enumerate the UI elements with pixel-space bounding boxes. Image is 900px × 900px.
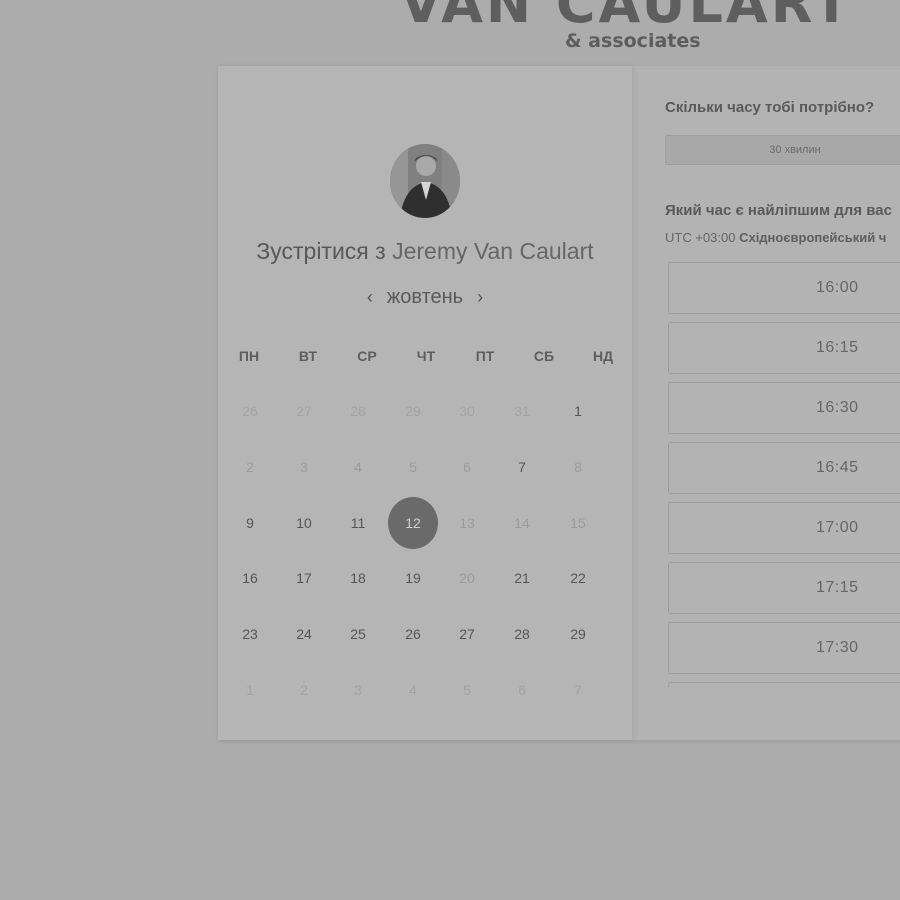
calendar-day[interactable]: 27 xyxy=(443,610,491,658)
calendar-day: 4 xyxy=(409,682,417,698)
calendar-day: 15 xyxy=(570,514,586,531)
weekday-label: ВТ xyxy=(298,348,318,364)
calendar-day: 2 xyxy=(246,458,254,475)
time-slot-button[interactable]: 16:45 xyxy=(668,442,900,494)
calendar-day[interactable]: 24 xyxy=(280,610,328,658)
calendar-day[interactable]: 9 xyxy=(226,499,274,547)
booking-card: Зустрітися з Jeremy Van Caulart ‹ жовтень… xyxy=(218,66,900,740)
calendar-day: 1 xyxy=(246,682,254,698)
calendar-day: 4 xyxy=(354,458,362,475)
weekday-label: СБ xyxy=(533,348,555,364)
time-slot-button[interactable]: 17:15 xyxy=(668,562,900,614)
meeting-title-prefix: Зустрітися з xyxy=(256,238,386,264)
calendar-day: 8 xyxy=(574,458,582,475)
calendar-day[interactable]: 11 xyxy=(334,499,382,547)
time-slot-button[interactable]: 16:30 xyxy=(668,382,900,434)
calendar-day[interactable]: 17 xyxy=(280,554,328,602)
calendar-day: 2 xyxy=(300,682,308,698)
host-name: Jeremy Van Caulart xyxy=(392,238,594,264)
timezone-label: UTC +03:00 Східноєвропейський ч xyxy=(665,230,886,245)
host-avatar xyxy=(390,144,460,218)
calendar-day: 6 xyxy=(463,458,471,475)
calendar-day: 6 xyxy=(518,682,526,698)
duration-select[interactable]: 30 хвилин xyxy=(665,135,900,165)
time-question: Який час є найліпшим для вас xyxy=(665,202,892,219)
calendar-day[interactable]: 10 xyxy=(280,499,328,547)
calendar-day: 20 xyxy=(459,570,475,587)
weekday-label: ПН xyxy=(238,348,260,364)
chevron-left-icon[interactable]: ‹ xyxy=(367,287,373,308)
timezone-offset: UTC +03:00 xyxy=(665,230,736,245)
calendar-day: 5 xyxy=(463,682,471,698)
calendar-day[interactable]: 23 xyxy=(226,610,274,658)
month-label: жовтень xyxy=(386,286,464,309)
weekday-label: СР xyxy=(357,348,377,364)
calendar-day: 13 xyxy=(459,514,475,531)
calendar-day[interactable]: 22 xyxy=(554,554,602,602)
time-slot-button[interactable]: 17:00 xyxy=(668,502,900,554)
calendar-day[interactable]: 29 xyxy=(554,610,602,658)
calendar-day: 14 xyxy=(514,514,530,531)
meeting-title: Зустрітися з Jeremy Van Caulart xyxy=(218,238,632,265)
calendar-day[interactable]: 21 xyxy=(498,554,546,602)
calendar-day: 29 xyxy=(405,403,421,419)
time-slot-button[interactable]: 17:30 xyxy=(668,622,900,674)
time-slot-button[interactable] xyxy=(668,682,900,687)
calendar-day[interactable]: 28 xyxy=(498,610,546,658)
calendar-day: 3 xyxy=(300,458,308,475)
calendar-day-selected[interactable]: 12 xyxy=(388,496,438,549)
calendar-day: 3 xyxy=(354,682,362,698)
calendar-day[interactable]: 18 xyxy=(334,554,382,602)
weekday-label: НД xyxy=(592,348,614,364)
timezone-name: Східноєвропейський ч xyxy=(739,230,887,245)
calendar-day: 26 xyxy=(242,403,258,419)
calendar-day: 27 xyxy=(296,403,312,419)
calendar-day[interactable]: 7 xyxy=(498,443,546,491)
time-slot-button[interactable]: 16:15 xyxy=(668,322,900,374)
calendar-day[interactable]: 19 xyxy=(389,554,437,602)
weekday-label: ПТ xyxy=(475,348,495,364)
calendar-day: 5 xyxy=(409,458,417,475)
month-navigation: ‹ жовтень › xyxy=(218,286,632,309)
time-slot-button[interactable]: 16:00 xyxy=(668,262,900,314)
calendar-day: 28 xyxy=(350,403,366,419)
calendar-pane: Зустрітися з Jeremy Van Caulart ‹ жовтень… xyxy=(218,66,632,740)
host-photo xyxy=(390,144,460,218)
brand-logo-subtitle: & associates xyxy=(565,30,701,52)
calendar-day: 31 xyxy=(514,403,530,419)
calendar-day[interactable]: 25 xyxy=(334,610,382,658)
weekday-label: ЧТ xyxy=(416,348,436,364)
calendar-day[interactable]: 16 xyxy=(226,554,274,602)
duration-question: Скільки часу тобі потрібно? xyxy=(665,99,875,116)
time-slot-list[interactable]: 16:00 16:15 16:30 16:45 17:00 17:15 17:30 xyxy=(668,262,900,687)
calendar-day[interactable]: 1 xyxy=(554,387,602,435)
calendar-day: 30 xyxy=(459,403,475,419)
chevron-right-icon[interactable]: › xyxy=(477,287,483,308)
time-selection-pane: Скільки часу тобі потрібно? 30 хвилин Як… xyxy=(632,66,900,740)
calendar-day: 7 xyxy=(574,682,582,698)
calendar-day[interactable]: 26 xyxy=(389,610,437,658)
